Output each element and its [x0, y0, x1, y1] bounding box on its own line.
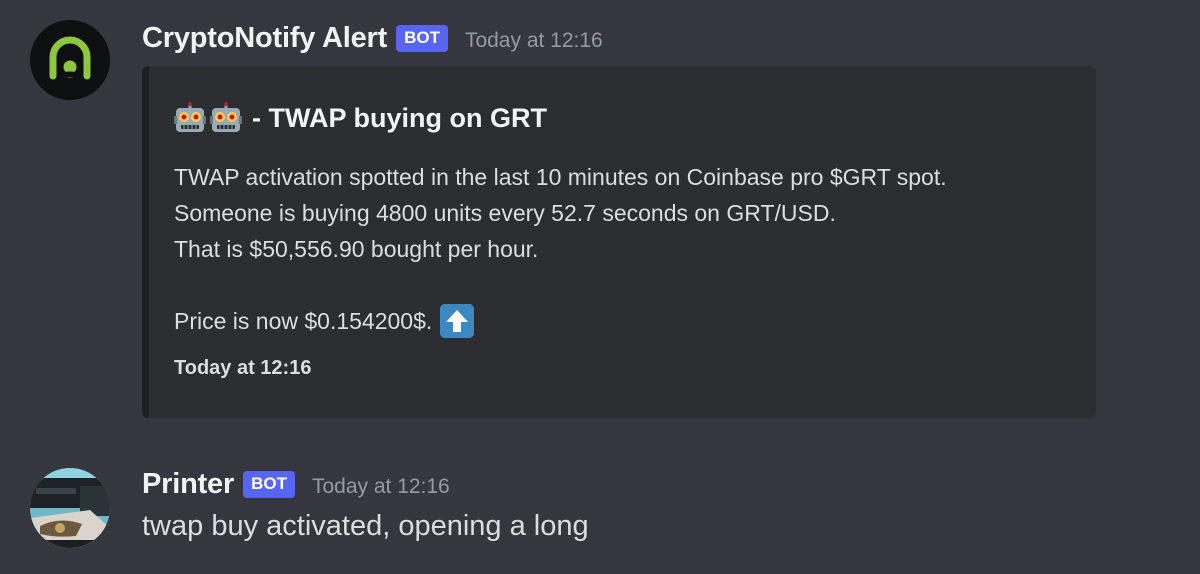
embed-description: TWAP activation spotted in the last 10 m…: [174, 159, 947, 339]
crypto-notify-avatar[interactable]: [30, 20, 110, 100]
message-content: twap buy activated, opening a long: [142, 510, 589, 542]
up-arrow-icon: [440, 304, 475, 338]
embed-title: - TWAP buying on GRT: [174, 102, 547, 134]
price-text: Price is now $0.154200$.: [174, 308, 433, 334]
timestamp[interactable]: Today at 12:16: [312, 471, 450, 499]
bot-badge: BOT: [243, 471, 295, 498]
username[interactable]: Printer: [142, 468, 234, 501]
embed-description-line: TWAP activation spotted in the last 10 m…: [174, 164, 947, 190]
timestamp[interactable]: Today at 12:16: [465, 25, 603, 53]
bot-badge: BOT: [396, 25, 448, 52]
printer-photo-icon: [30, 468, 110, 548]
embed-footer-timestamp: Today at 12:16: [174, 357, 312, 379]
embed-description-line: That is $50,556.90 bought per hour.: [174, 236, 539, 262]
robot-icon: [210, 102, 242, 134]
embed-title-text: - TWAP buying on GRT: [252, 102, 547, 133]
price-line: Price is now $0.154200$.: [174, 303, 947, 339]
message-cryptonotify: CryptoNotify Alert BOT Today at 12:16 - …: [0, 0, 1200, 430]
printer-avatar[interactable]: [30, 468, 110, 548]
message-header: Printer BOT Today at 12:16: [142, 468, 450, 501]
message-printer: Printer BOT Today at 12:16 twap buy acti…: [0, 430, 1200, 574]
embed: - TWAP buying on GRT TWAP activation spo…: [142, 66, 1096, 418]
robot-icon: [174, 102, 206, 134]
message-header: CryptoNotify Alert BOT Today at 12:16: [142, 22, 603, 55]
crypto-notify-logo-icon: [30, 20, 110, 100]
username[interactable]: CryptoNotify Alert: [142, 22, 387, 55]
embed-description-line: Someone is buying 4800 units every 52.7 …: [174, 200, 836, 226]
